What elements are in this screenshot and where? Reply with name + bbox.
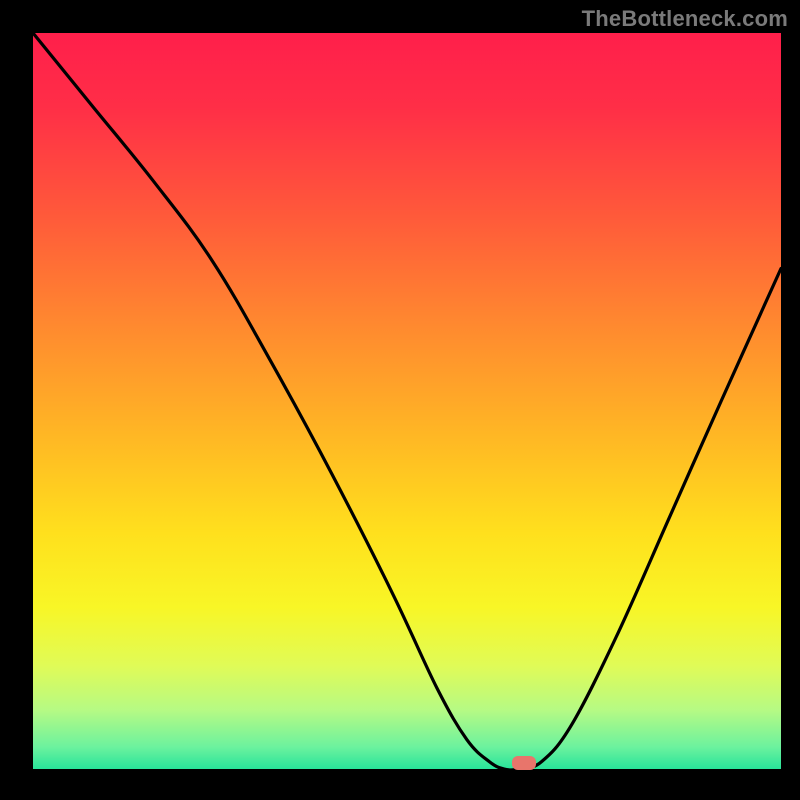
- plot-area: [33, 33, 781, 769]
- chart-container: TheBottleneck.com: [0, 0, 800, 800]
- marker-point: [512, 756, 536, 770]
- watermark: TheBottleneck.com: [582, 6, 788, 32]
- chart-svg: [0, 0, 800, 800]
